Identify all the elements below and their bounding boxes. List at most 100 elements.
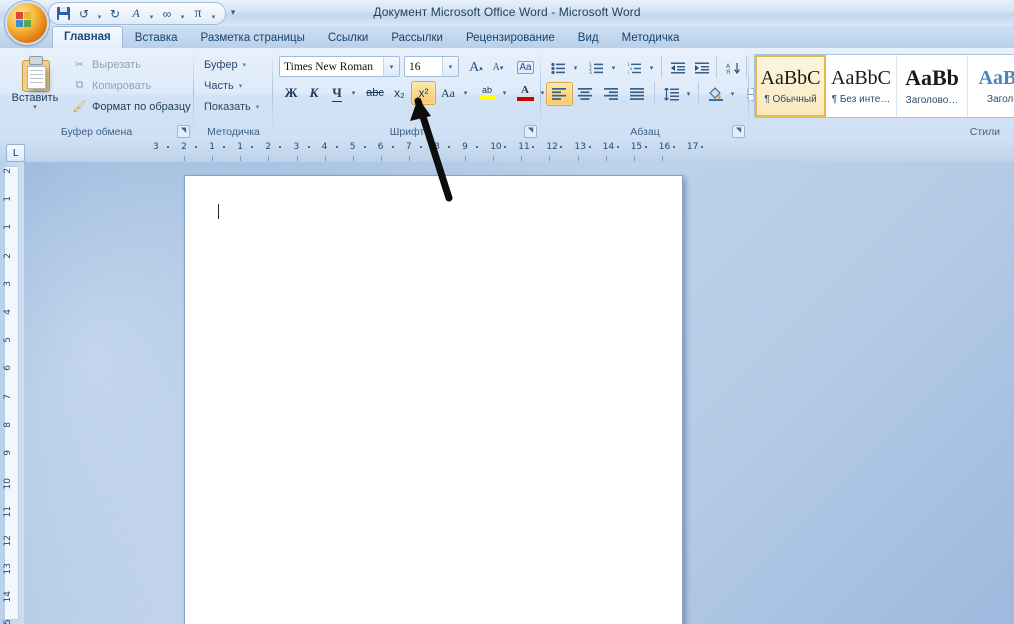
line-spacing-caret-icon[interactable]: ▾ (682, 82, 695, 106)
tab-stop-selector[interactable]: L (6, 144, 25, 162)
subscript-button[interactable]: x₂ (387, 81, 412, 105)
document-page[interactable] (184, 175, 683, 624)
line-spacing-button[interactable] (659, 82, 684, 106)
infinity-button[interactable]: ∞ (157, 5, 177, 23)
ruler-h-tick-10: 8 (434, 142, 440, 152)
ruler-v-tick-3: 2 (3, 252, 13, 259)
style-item-2[interactable]: AaBb Заголово… (897, 55, 968, 117)
pi-button[interactable]: π (188, 5, 208, 23)
vertical-ruler[interactable]: 2112345678910111213141516 (0, 162, 24, 624)
increase-indent-button[interactable] (690, 56, 715, 80)
italic-button[interactable]: К (302, 81, 326, 105)
bullets-button[interactable] (546, 56, 571, 80)
paste-button[interactable]: Вставить ▾ (8, 54, 62, 118)
underline-caret-icon[interactable]: ▾ (347, 81, 360, 105)
font-color-button[interactable]: A (512, 81, 538, 105)
cut-label: Вырезать (92, 58, 141, 71)
text-highlight-button[interactable]: ab (474, 81, 500, 105)
ruler-h-dot-19 (700, 146, 703, 148)
font-name-caret-icon[interactable]: ▾ (383, 57, 399, 76)
ruler-v-tick-9: 8 (3, 421, 13, 428)
infinity-icon: ∞ (162, 6, 172, 21)
increase-indent-icon (695, 62, 709, 74)
pi-icon: π (194, 5, 202, 21)
ruler-h-mark-9 (408, 156, 410, 161)
numbering-button[interactable]: 123 (584, 56, 609, 80)
shrink-font-button[interactable]: A ▾ (486, 56, 510, 79)
change-case-caret-icon[interactable]: ▾ (459, 81, 472, 105)
ruler-h-dot-9 (419, 146, 422, 148)
font-size-caret-icon[interactable]: ▾ (442, 57, 458, 76)
cut-button[interactable]: ✂ Вырезать (68, 55, 145, 74)
ruler-h-dot-0 (167, 146, 169, 148)
ribbon-tab-3[interactable]: Ссылки (317, 28, 380, 48)
grow-font-button[interactable]: A ▴ (464, 56, 488, 79)
ruler-v-tick-5: 4 (3, 309, 13, 315)
redo-button[interactable]: ↻ (105, 5, 125, 23)
multilevel-list-icon: 1ai (627, 62, 641, 75)
ribbon-tab-2[interactable]: Разметка страницы (190, 28, 316, 48)
align-right-button[interactable] (598, 82, 625, 106)
bold-button[interactable]: Ж (279, 81, 303, 105)
strikethrough-button[interactable]: abc (362, 81, 388, 105)
shading-caret-icon[interactable]: ▾ (726, 82, 739, 106)
ribbon-tab-0[interactable]: Главная (52, 26, 123, 48)
align-left-button[interactable] (546, 82, 573, 106)
format-a-button[interactable]: A (126, 5, 146, 23)
style-item-3[interactable]: AaBb Заголо (968, 55, 1014, 117)
metodichka-show-button[interactable]: Показать ▾ (201, 98, 262, 116)
format-a-dropdown-caret-icon[interactable]: ▾ (147, 3, 156, 25)
style-item-0[interactable]: AaBbC ¶ Обычный (755, 55, 826, 117)
document-canvas[interactable] (24, 162, 1014, 624)
save-button[interactable] (53, 5, 73, 23)
customize-qat-button[interactable]: ▾ (226, 4, 240, 20)
change-case-button[interactable]: Aa (435, 81, 461, 105)
underline-icon: Ч (332, 84, 342, 102)
sort-button[interactable]: AЯ (721, 56, 746, 80)
infinity-dropdown-caret-icon[interactable]: ▾ (178, 3, 187, 25)
bullets-caret-icon[interactable]: ▾ (569, 56, 582, 80)
undo-dropdown-caret-icon[interactable]: ▾ (95, 3, 104, 25)
ribbon-tab-7[interactable]: Методичка (611, 28, 691, 48)
style-item-1[interactable]: AaBbC ¶ Без инте… (826, 55, 897, 117)
font-name-value: Times New Roman (284, 60, 374, 73)
ribbon-tab-6[interactable]: Вид (567, 28, 610, 48)
multilevel-list-button[interactable]: 1ai (622, 56, 647, 80)
office-button[interactable] (5, 1, 49, 45)
metodichka-part-button[interactable]: Часть ▾ (201, 77, 245, 95)
underline-button[interactable]: Ч (325, 81, 349, 105)
ribbon-tab-5[interactable]: Рецензирование (455, 28, 566, 48)
font-name-combo[interactable]: Times New Roman ▾ (279, 56, 400, 77)
numbering-caret-icon[interactable]: ▾ (607, 56, 620, 80)
clipboard-dialog-launcher[interactable]: ◥ (177, 125, 190, 138)
decrease-indent-button[interactable] (666, 56, 691, 80)
ribbon-tab-4[interactable]: Рассылки (380, 28, 454, 48)
subscript-icon: x₂ (394, 86, 405, 100)
paragraph-dialog-launcher[interactable]: ◥ (732, 125, 745, 138)
undo-button[interactable]: ↺ (74, 5, 94, 23)
format-painter-button[interactable]: 🖌 Формат по образцу (68, 97, 195, 116)
font-dialog-launcher[interactable]: ◥ (524, 125, 537, 138)
horizontal-ruler[interactable]: 3 2 1 1 2 3 4 5 6 7 8 9 10 11 12 13 14 15 16 17 (0, 140, 1014, 304)
clear-formatting-button[interactable]: Aa (513, 56, 538, 79)
ruler-h-dot-3 (251, 146, 254, 148)
ruler-h-mark-3 (240, 156, 242, 161)
text-highlight-caret-icon[interactable]: ▾ (498, 81, 511, 105)
ruler-h-tick-14: 12 (546, 142, 558, 152)
vertical-ruler-track (4, 166, 19, 620)
font-size-combo[interactable]: 16 ▾ (404, 56, 459, 77)
styles-gallery[interactable]: AaBbC ¶ Обычный AaBbC ¶ Без инте… AaBb Заголо… (754, 54, 1014, 118)
decrease-indent-icon (671, 62, 685, 74)
superscript-button[interactable]: x² (411, 81, 436, 105)
ribbon-tab-1[interactable]: Вставка (124, 28, 189, 48)
copy-button[interactable]: ⧉ Копировать (68, 76, 155, 95)
align-center-button[interactable] (572, 82, 599, 106)
shading-button[interactable] (703, 82, 728, 106)
align-justify-button[interactable] (624, 82, 651, 106)
multilevel-list-caret-icon[interactable]: ▾ (645, 56, 658, 80)
style-preview-0: AaBbC (760, 66, 821, 89)
text-highlight-icon: ab (481, 85, 492, 95)
pi-dropdown-caret-icon[interactable]: ▾ (209, 3, 218, 25)
superscript-icon: x² (418, 86, 429, 100)
metodichka-buffer-button[interactable]: Буфер ▾ (201, 56, 249, 74)
